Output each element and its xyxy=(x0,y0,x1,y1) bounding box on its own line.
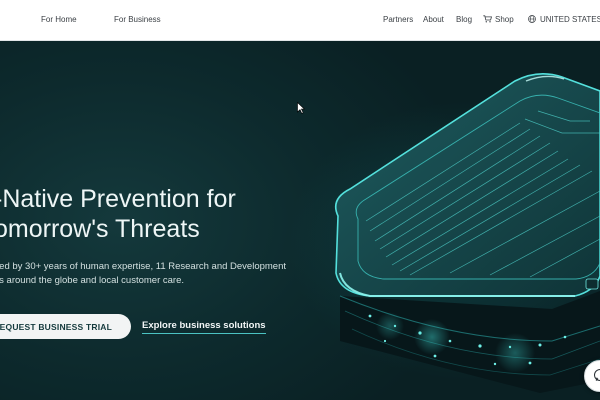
headline-line-1: -Native Prevention for xyxy=(0,185,236,213)
region-label: UNITED STATES xyxy=(540,15,600,24)
nav-partners[interactable]: Partners xyxy=(383,15,413,24)
request-business-trial-button[interactable]: REQUEST BUSINESS TRIAL xyxy=(0,314,131,339)
region-selector[interactable]: UNITED STATES xyxy=(528,15,600,24)
subtext-line-2: rs around the globe and local customer c… xyxy=(0,275,184,286)
headline-line-2: omorrow's Threats xyxy=(0,215,200,243)
top-navigation-bar: For Home For Business Partners About Blo… xyxy=(0,0,600,41)
hero-subtext: red by 30+ years of human expertise, 11 … xyxy=(0,260,286,288)
nav-shop-label: Shop xyxy=(495,15,514,24)
explore-business-solutions-link[interactable]: Explore business solutions xyxy=(142,320,266,334)
mouse-cursor-icon xyxy=(297,102,305,114)
globe-icon xyxy=(528,15,536,23)
chat-icon xyxy=(594,369,600,381)
shopping-cart-icon xyxy=(483,15,492,23)
nav-shop[interactable]: Shop xyxy=(483,15,514,24)
nav-blog[interactable]: Blog xyxy=(456,15,472,24)
hero-chip-illustration xyxy=(334,73,600,393)
nav-about[interactable]: About xyxy=(423,15,444,24)
nav-for-home[interactable]: For Home xyxy=(41,15,77,24)
nav-for-business[interactable]: For Business xyxy=(114,15,161,24)
hero-headline: -Native Prevention for omorrow's Threats xyxy=(0,184,236,244)
subtext-line-1: red by 30+ years of human expertise, 11 … xyxy=(0,261,287,272)
hero-section: -Native Prevention for omorrow's Threats… xyxy=(0,41,600,400)
